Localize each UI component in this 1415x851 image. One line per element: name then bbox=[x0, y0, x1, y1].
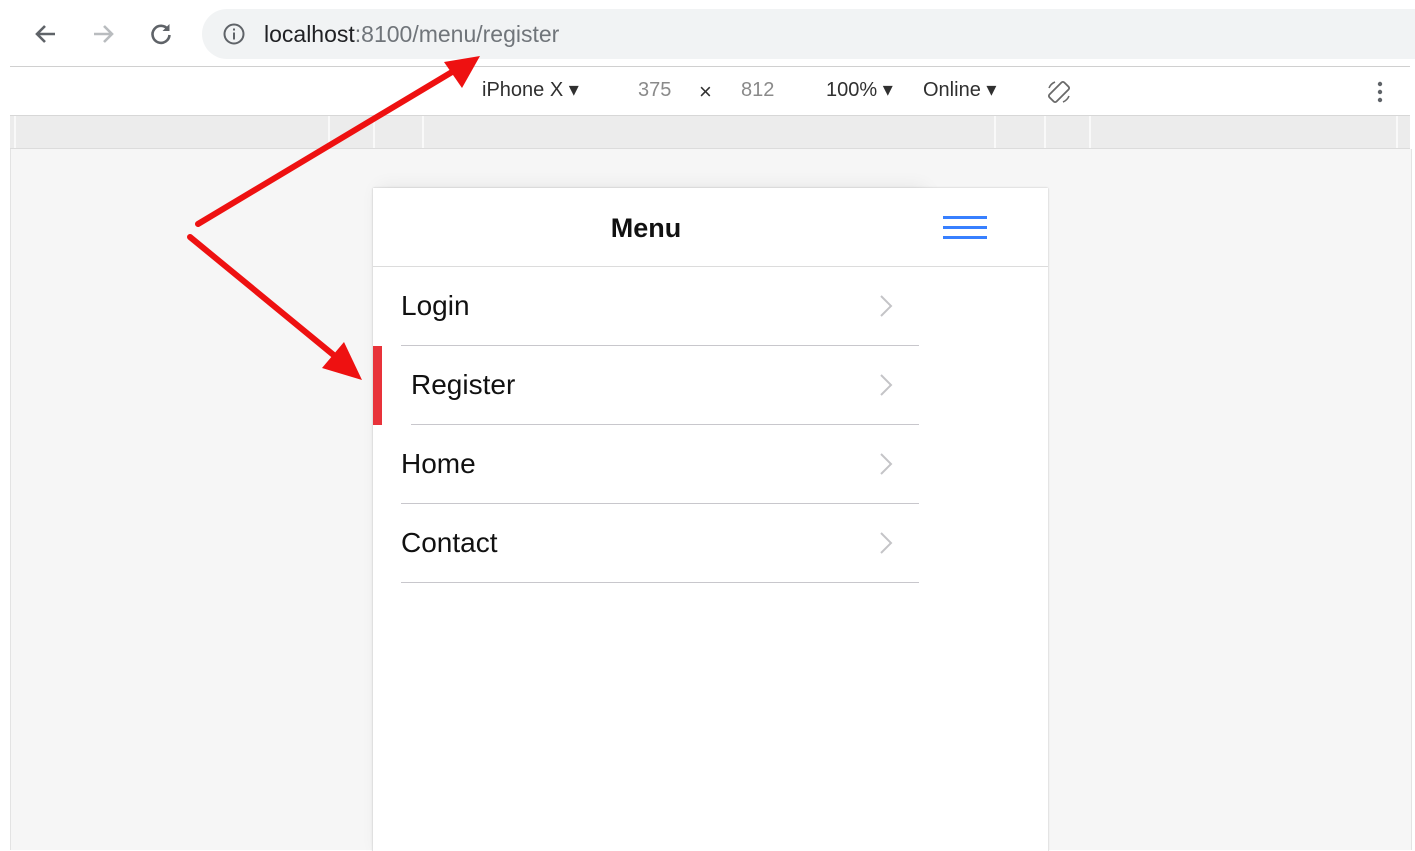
info-icon[interactable] bbox=[222, 22, 246, 46]
width-input[interactable]: 375 bbox=[638, 78, 671, 102]
browser-address-bar: localhost:8100/menu/register bbox=[0, 0, 1415, 66]
url-bar[interactable]: localhost:8100/menu/register bbox=[202, 9, 1415, 59]
arrow-left-icon bbox=[35, 25, 55, 43]
content-header bbox=[919, 188, 1048, 267]
menu-title: Menu bbox=[610, 213, 682, 243]
reload-button[interactable] bbox=[143, 14, 179, 54]
menu-item-contact[interactable]: Contact bbox=[373, 504, 919, 583]
zoom-select[interactable]: 100% ▾ bbox=[826, 78, 893, 102]
main-content bbox=[919, 188, 1048, 851]
device-toolbar: iPhone X ▾ 375 × 812 100% ▾ Online ▾ bbox=[10, 66, 1410, 116]
menu-item-label: Contact bbox=[401, 527, 498, 558]
dimension-separator: × bbox=[699, 79, 712, 104]
chevron-right-icon bbox=[880, 453, 893, 475]
menu-item-label: Login bbox=[401, 290, 470, 321]
url-text: localhost:8100/menu/register bbox=[264, 20, 559, 48]
height-input[interactable]: 812 bbox=[741, 78, 774, 102]
chevron-right-icon bbox=[880, 295, 893, 317]
device-select[interactable]: iPhone X ▾ bbox=[482, 78, 579, 102]
forward-button[interactable] bbox=[85, 14, 121, 54]
reload-icon bbox=[151, 24, 171, 45]
arrow-right-icon bbox=[94, 25, 114, 43]
menu-list: Login Register Home Contact bbox=[373, 267, 919, 583]
menu-header: Menu bbox=[373, 188, 919, 267]
url-path: :8100/menu/register bbox=[354, 21, 560, 47]
menu-item-register[interactable]: Register bbox=[373, 346, 919, 425]
side-menu: Menu Login Register Home Contact bbox=[373, 188, 919, 851]
more-vertical-icon[interactable] bbox=[1376, 79, 1384, 105]
device-screen: Menu Login Register Home Contact bbox=[372, 187, 1049, 851]
menu-item-label: Home bbox=[401, 448, 476, 479]
chevron-right-icon bbox=[880, 532, 893, 554]
menu-item-home[interactable]: Home bbox=[373, 425, 919, 504]
menu-item-label: Register bbox=[411, 369, 516, 400]
menu-item-login[interactable]: Login bbox=[373, 267, 919, 346]
menu-icon[interactable] bbox=[943, 215, 987, 241]
url-host: localhost bbox=[264, 21, 355, 47]
rotate-icon[interactable] bbox=[1046, 79, 1072, 105]
back-button[interactable] bbox=[28, 14, 64, 54]
network-select[interactable]: Online ▾ bbox=[923, 78, 996, 102]
active-indicator bbox=[373, 346, 382, 425]
chevron-right-icon bbox=[880, 374, 893, 396]
media-query-ruler bbox=[10, 116, 1410, 149]
